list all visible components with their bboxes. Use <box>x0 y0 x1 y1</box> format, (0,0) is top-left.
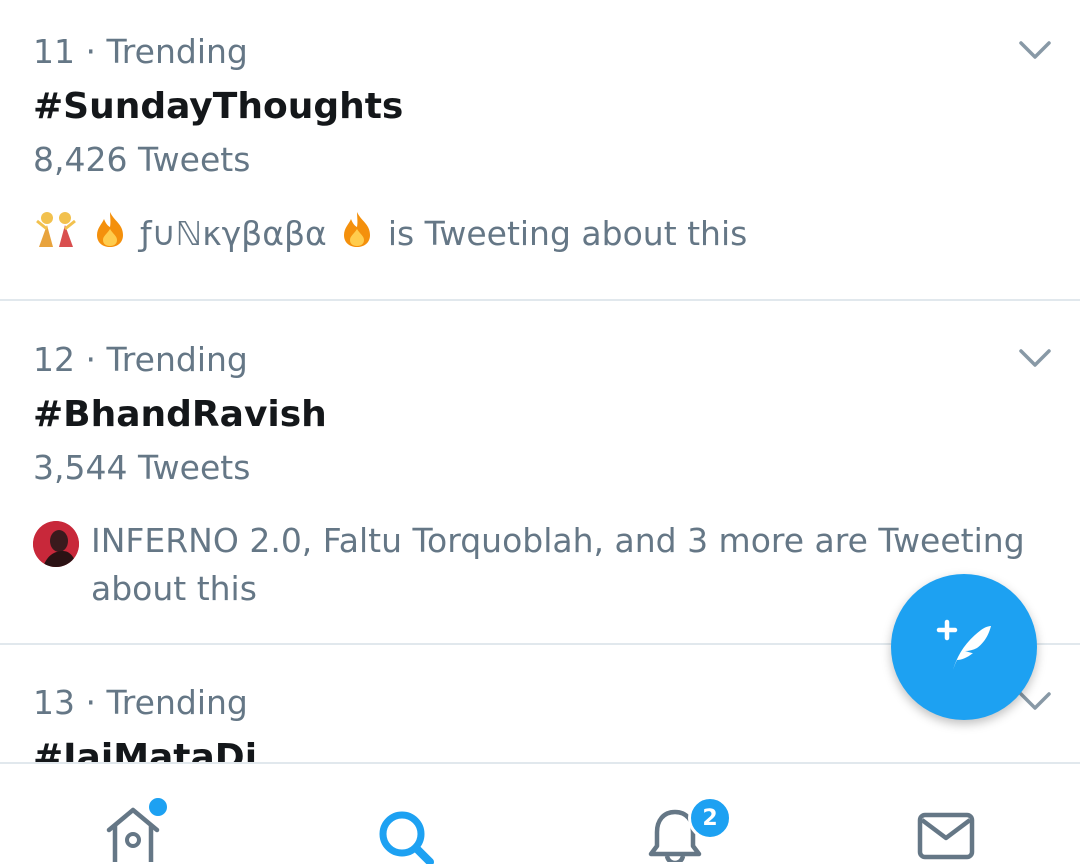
trend-hashtag[interactable]: #JaiMataDi <box>33 737 257 762</box>
trend-rank: 12 <box>33 340 75 379</box>
chevron-down-icon[interactable] <box>1015 343 1055 373</box>
trend-context-text: is Tweeting about this <box>387 214 748 253</box>
trend-context: INFERNO 2.0, Faltu Torquoblah, and 3 mor… <box>91 517 1051 613</box>
messages-icon <box>917 812 975 860</box>
avatar[interactable] <box>33 521 79 567</box>
trend-rank: 13 <box>33 683 75 722</box>
trend-tweet-count: 3,544 Tweets <box>33 448 251 487</box>
trend-tweet-count: 8,426 Tweets <box>33 140 251 179</box>
trend-separator: · <box>85 32 97 71</box>
trend-meta: 11 · Trending <box>33 32 248 71</box>
trend-label: Trending <box>106 340 248 379</box>
trend-meta: 13 · Trending <box>33 683 248 722</box>
trend-hashtag[interactable]: #SundayThoughts <box>33 86 403 127</box>
trend-context: ƒ∪ℕκγβαβα is Tweeting about this <box>33 209 747 262</box>
compose-tweet-icon <box>936 619 991 670</box>
trend-label: Trending <box>106 683 248 722</box>
notifications-badge: 2 <box>688 796 732 840</box>
tab-home[interactable] <box>0 764 270 862</box>
trend-context-line: INFERNO 2.0, Faltu Torquoblah, and 3 mor… <box>91 521 1025 560</box>
trend-separator: · <box>85 340 97 379</box>
trend-meta: 12 · Trending <box>33 340 248 379</box>
trend-context-user[interactable]: ƒ∪ℕκγβαβα <box>140 214 327 253</box>
trend-rank: 11 <box>33 32 75 71</box>
dancing-couple-icon <box>33 209 79 262</box>
tab-messages[interactable] <box>810 764 1080 861</box>
trend-separator: · <box>85 683 97 722</box>
tab-notifications[interactable] <box>540 764 810 862</box>
search-icon <box>379 811 434 864</box>
fire-icon <box>90 209 130 262</box>
trend-item[interactable]: 11 · Trending #SundayThoughts 8,426 Twee… <box>0 0 1080 300</box>
home-new-content-dot <box>146 795 170 819</box>
fire-icon <box>337 209 377 262</box>
trend-label: Trending <box>106 32 248 71</box>
chevron-down-icon[interactable] <box>1015 35 1055 65</box>
tab-explore[interactable] <box>270 764 540 864</box>
trend-hashtag[interactable]: #BhandRavish <box>33 394 327 435</box>
compose-tweet-button[interactable] <box>891 574 1037 720</box>
